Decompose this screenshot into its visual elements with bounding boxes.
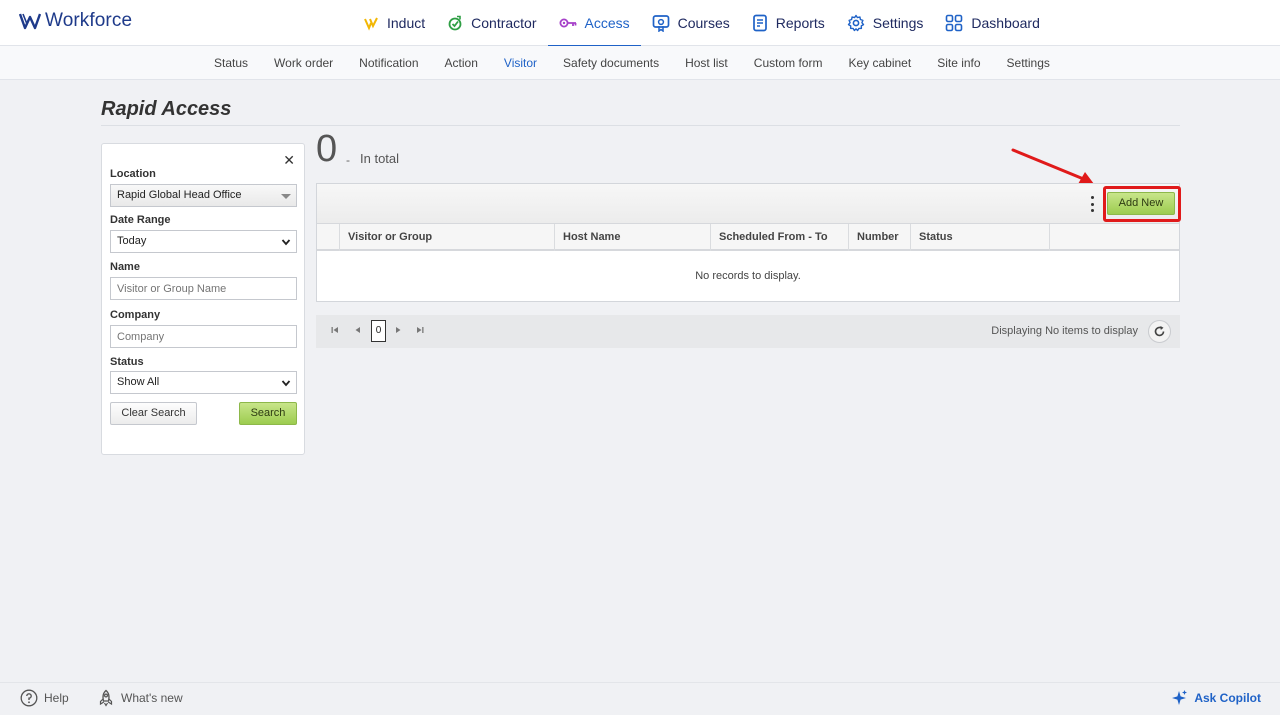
help-link[interactable]: Help: [20, 689, 69, 707]
date-range-select[interactable]: Today: [110, 230, 297, 253]
nav-settings[interactable]: Settings: [836, 0, 935, 46]
name-input[interactable]: [110, 277, 297, 300]
name-label: Name: [110, 261, 140, 273]
chevron-down-icon: [281, 239, 291, 246]
refresh-button[interactable]: [1148, 320, 1171, 343]
subnav-custom-form[interactable]: Custom form: [741, 46, 836, 80]
workforce-logo-icon: [19, 13, 41, 30]
nav-contractor-label: Contractor: [471, 15, 537, 31]
total-count: 0: [316, 128, 338, 170]
location-combobox[interactable]: Rapid Global Head Office: [110, 184, 297, 207]
status-select[interactable]: Show All: [110, 371, 297, 394]
nav-dashboard-label: Dashboard: [971, 15, 1040, 31]
pager-info: Displaying No items to display: [991, 325, 1138, 337]
column-header-status[interactable]: Status: [910, 224, 1049, 251]
main-nav: Induct Contractor Access Courses Reports…: [352, 0, 1051, 47]
subnav-work-order[interactable]: Work order: [261, 46, 346, 80]
subnav-notification[interactable]: Notification: [346, 46, 431, 80]
subnav-action[interactable]: Action: [432, 46, 491, 80]
column-header-actions: [1049, 224, 1179, 251]
sub-navigation-bar: Status Work order Notification Action Vi…: [0, 46, 1280, 80]
key-icon: [559, 18, 576, 28]
help-icon: [20, 689, 38, 707]
highlight-box: [1103, 186, 1181, 222]
whats-new-label: What's new: [121, 691, 183, 705]
nav-dashboard[interactable]: Dashboard: [934, 0, 1051, 46]
nav-reports-label: Reports: [775, 15, 825, 31]
subnav-settings[interactable]: Settings: [994, 46, 1063, 80]
status-value: Show All: [117, 376, 160, 388]
grid-toolbar: Add New: [317, 184, 1181, 224]
next-page-icon[interactable]: [394, 326, 402, 334]
nav-induct-label: Induct: [387, 15, 426, 31]
page-title: Rapid Access: [101, 98, 232, 120]
ask-copilot-label: Ask Copilot: [1194, 691, 1261, 705]
location-value: Rapid Global Head Office: [117, 189, 242, 201]
induct-icon: [364, 17, 378, 31]
company-label: Company: [110, 309, 161, 321]
nav-settings-label: Settings: [872, 15, 924, 31]
empty-message: No records to display.: [695, 270, 801, 282]
column-header-visitor[interactable]: Visitor or Group: [339, 224, 554, 251]
title-divider: [101, 125, 1180, 126]
column-header-number[interactable]: Number: [848, 224, 910, 251]
date-range-label: Date Range: [110, 214, 171, 226]
brand-name: Workforce: [45, 10, 133, 31]
rocket-icon: [99, 689, 113, 707]
reports-icon: [752, 14, 767, 32]
first-page-icon[interactable]: [331, 326, 339, 334]
whats-new-link[interactable]: What's new: [97, 689, 183, 707]
total-label: In total: [360, 151, 400, 166]
location-label: Location: [110, 168, 156, 180]
chevron-down-icon: [281, 380, 291, 387]
grid-pager: 0 Displaying No items to display: [316, 315, 1180, 348]
subnav-safety-documents[interactable]: Safety documents: [550, 46, 672, 80]
previous-page-icon[interactable]: [354, 326, 362, 334]
search-button[interactable]: Search: [239, 402, 297, 425]
count-separator: -: [346, 153, 350, 167]
last-page-icon[interactable]: [416, 326, 424, 334]
nav-courses-label: Courses: [677, 15, 730, 31]
top-navigation-bar: Workforce Induct Contractor Access Cours…: [0, 0, 1280, 47]
dropdown-arrow-icon: [281, 194, 291, 199]
date-range-value: Today: [117, 235, 147, 247]
subnav-site-info[interactable]: Site info: [924, 46, 993, 80]
nav-contractor[interactable]: Contractor: [436, 0, 547, 46]
gear-icon: [847, 14, 864, 32]
more-options-icon[interactable]: [1089, 196, 1095, 212]
visitor-grid: Add New Visitor or Group Host Name Sched…: [316, 183, 1181, 302]
filter-panel: ✕ Location Rapid Global Head Office Date…: [101, 143, 305, 455]
brand-logo[interactable]: Workforce: [19, 10, 132, 32]
nav-courses[interactable]: Courses: [641, 0, 741, 46]
status-label: Status: [110, 356, 144, 368]
refresh-icon: [1154, 326, 1165, 337]
subnav-key-cabinet[interactable]: Key cabinet: [835, 46, 924, 80]
nav-induct[interactable]: Induct: [352, 0, 436, 46]
company-input[interactable]: [110, 325, 297, 348]
contractor-icon: [448, 15, 462, 31]
subnav-visitor[interactable]: Visitor: [491, 46, 550, 80]
subnav-host-list[interactable]: Host list: [672, 46, 741, 80]
subnav-status[interactable]: Status: [201, 46, 261, 80]
nav-access[interactable]: Access: [547, 0, 641, 47]
footer-bar: Help What's new Ask Copilot: [0, 682, 1280, 715]
ask-copilot-button[interactable]: Ask Copilot: [1170, 689, 1261, 707]
nav-reports[interactable]: Reports: [741, 0, 836, 46]
column-header-scheduled[interactable]: Scheduled From - To: [710, 224, 848, 251]
courses-icon: [652, 15, 669, 32]
page-number-input[interactable]: 0: [371, 320, 386, 342]
close-filter-icon[interactable]: ✕: [283, 152, 295, 169]
grid-header: Visitor or Group Host Name Scheduled Fro…: [317, 224, 1179, 251]
sparkle-icon: [1172, 690, 1188, 705]
help-label: Help: [44, 691, 69, 705]
column-header-host-name[interactable]: Host Name: [554, 224, 710, 251]
nav-access-label: Access: [584, 15, 630, 31]
dashboard-icon: [946, 14, 963, 32]
clear-search-button[interactable]: Clear Search: [110, 402, 197, 425]
